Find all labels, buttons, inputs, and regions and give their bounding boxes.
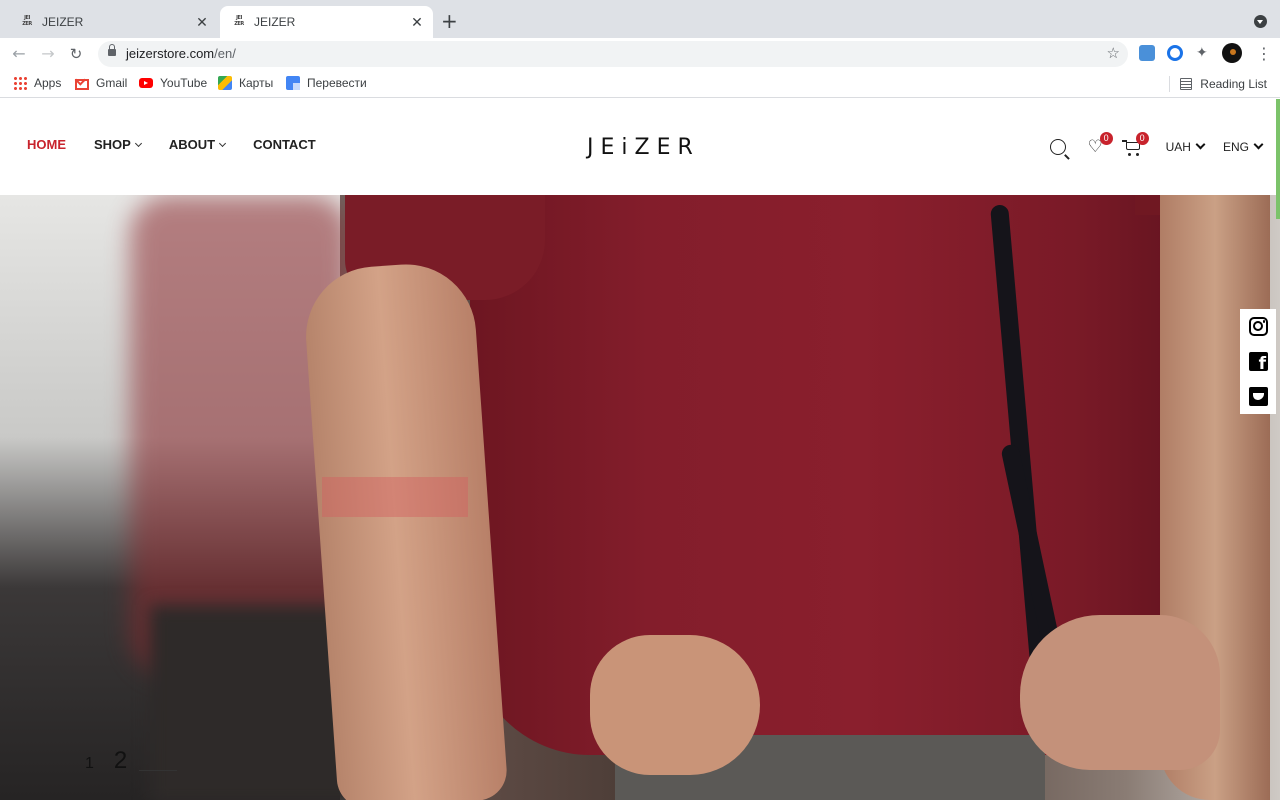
extension-icon[interactable] [1167,45,1183,61]
nav-about[interactable]: ABOUT [168,137,227,152]
jeizer-favicon-icon: JEI ZER [234,15,244,27]
browser-tab-bar: JEI ZER JEIZER ✕ JEI ZER JEIZER ✕ + [0,0,1280,38]
facebook-icon[interactable] [1249,352,1268,374]
bookmark-label: Карты [239,76,274,90]
apps-icon [13,76,27,90]
slide-1-button[interactable]: 1 [85,755,94,773]
site-header: HOME SHOP ABOUT CONTACT JEiZER ♡ 0 0 UAH … [0,99,1280,195]
bookmark-maps[interactable]: Карты [218,76,273,90]
chevron-down-icon [1253,139,1264,150]
cart-icon[interactable]: 0 [1121,132,1149,156]
browser-tab-1[interactable]: JEI ZER JEIZER ✕ [8,6,218,38]
bookmark-youtube[interactable]: YouTube [139,76,207,90]
lock-icon [108,44,116,56]
slider-pagination: 1 2 [85,747,178,775]
reading-list-label: Reading List [1200,77,1267,91]
divider [1169,76,1171,92]
language-value: ENG [1222,140,1249,154]
hero-banner-image [0,195,1280,800]
close-tab-icon[interactable]: ✕ [190,14,214,31]
header-actions: ♡ 0 0 UAH ENG [1049,132,1264,159]
translate-icon [286,76,300,90]
bookmark-star-icon[interactable]: ☆ [1107,44,1120,62]
hero-left-hand [590,635,760,775]
maps-icon [218,76,232,90]
browser-menu-icon[interactable]: ⋮ [1256,44,1272,63]
profile-avatar[interactable] [1222,43,1242,63]
browser-tab-2[interactable]: JEI ZER JEIZER ✕ [220,6,433,38]
bookmark-label: Gmail [96,76,128,90]
nav-home[interactable]: HOME [27,137,66,152]
page-scrollbar[interactable] [1276,99,1280,219]
nav-contact[interactable]: CONTACT [253,137,316,152]
close-tab-icon[interactable]: ✕ [405,14,429,31]
chevron-down-icon [134,139,142,148]
url-path: /en/ [214,46,236,61]
cart-count-badge: 0 [1135,132,1149,145]
forward-arrow-icon[interactable]: → [37,43,59,65]
wishlist-heart-icon[interactable]: ♡ 0 [1088,132,1113,156]
bookmark-label: Перевести [307,76,367,90]
nav-label: ABOUT [168,137,216,152]
nav-shop[interactable]: SHOP [94,137,142,152]
hero-right-hand [1020,615,1220,770]
reading-list-icon [1180,78,1193,90]
tab-search-icon[interactable] [1254,15,1267,28]
gmail-icon [75,78,89,90]
address-bar[interactable]: jeizerstore.com/en/ ☆ [98,41,1128,67]
hero-overlay-box [322,477,468,517]
bookmarks-bar: Apps Gmail YouTube Карты Перевести Readi… [0,70,1280,98]
twitter-icon[interactable] [1249,387,1268,406]
bookmark-translate[interactable]: Перевести [286,76,367,90]
puzzle-extensions-icon[interactable]: ✦ [1196,45,1212,61]
language-selector[interactable]: ENG [1222,139,1264,154]
nav-label: SHOP [94,137,131,152]
social-links [1240,309,1276,414]
url-host: jeizerstore.com [126,46,215,61]
extension-icon[interactable] [1139,45,1155,61]
currency-selector[interactable]: UAH [1165,139,1206,154]
tab-title: JEIZER [254,15,296,29]
bookmark-label: Apps [34,76,62,90]
bookmark-label: YouTube [160,76,208,90]
url-text: jeizerstore.com/en/ [126,46,236,61]
wishlist-count-badge: 0 [1099,132,1113,145]
youtube-icon [139,78,153,88]
chevron-down-icon [219,139,227,148]
tab-title: JEIZER [42,15,84,29]
currency-value: UAH [1165,140,1191,154]
back-arrow-icon[interactable]: ← [8,43,30,65]
browser-toolbar: ← → ↻ jeizerstore.com/en/ ☆ ✦ ⋮ [0,38,1280,70]
reading-list-button[interactable]: Reading List [1169,76,1267,92]
new-tab-plus-icon[interactable]: + [441,10,458,32]
nav-label: HOME [27,137,66,152]
nav-label: CONTACT [253,137,316,152]
bookmark-gmail[interactable]: Gmail [75,76,127,90]
bookmark-apps[interactable]: Apps [13,76,61,90]
chevron-down-icon [1195,139,1206,150]
site-logo[interactable]: JEiZER [587,135,700,160]
reload-icon[interactable]: ↻ [65,43,87,65]
jeizer-favicon-icon: JEI ZER [22,15,32,27]
main-nav: HOME SHOP ABOUT CONTACT [27,137,344,152]
instagram-icon[interactable] [1249,317,1268,336]
search-icon[interactable] [1049,139,1066,155]
slide-progress-line [139,770,178,771]
slide-2-button[interactable]: 2 [114,747,127,775]
